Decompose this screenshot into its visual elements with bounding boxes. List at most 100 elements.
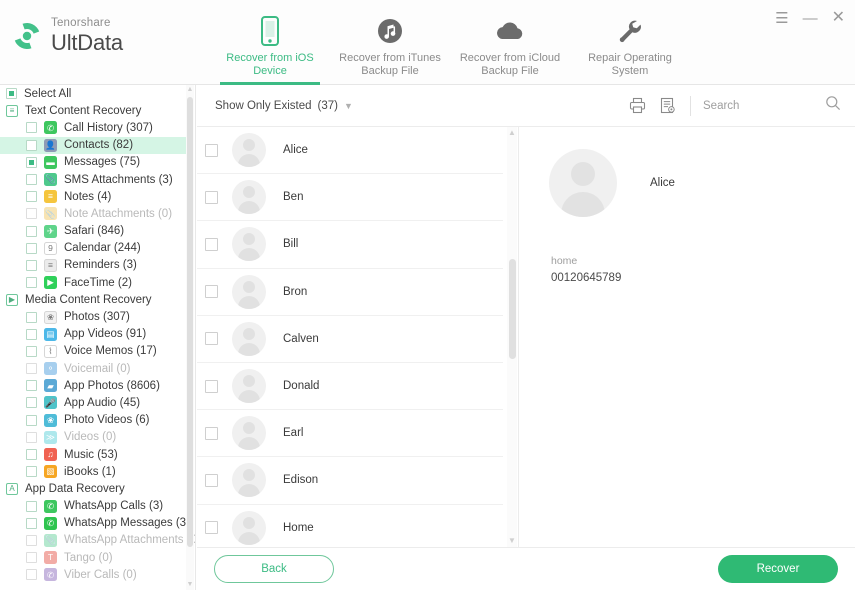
sidebar-item-videos[interactable]: ≫Videos (0) [0,429,187,446]
row-checkbox[interactable] [205,427,218,440]
contact-name: Bill [283,238,298,250]
item-checkbox[interactable] [26,535,37,546]
tab-recover-from-icloud-backup[interactable]: Recover from iCloud Backup File [450,6,570,85]
sidebar-item-photos[interactable]: ❀Photos (307) [0,308,187,325]
row-checkbox[interactable] [205,474,218,487]
tab-recover-from-itunes-backup[interactable]: Recover from iTunes Backup File [330,6,450,85]
row-checkbox[interactable] [205,521,218,534]
item-checkbox[interactable] [26,466,37,477]
item-checkbox[interactable] [26,380,37,391]
sidebar-item-sms-attachments[interactable]: 📎SMS Attachments (3) [0,171,187,188]
item-checkbox[interactable] [26,346,37,357]
chevron-down-icon[interactable]: ▼ [344,101,353,111]
item-checkbox[interactable] [26,363,37,374]
table-row[interactable]: Alice [197,127,503,174]
item-checkbox[interactable] [26,518,37,529]
sidebar-item-photo-videos[interactable]: ❀Photo Videos (6) [0,412,187,429]
group-expand-icon[interactable]: ≡ [6,105,18,117]
sidebar-item-voicemail[interactable]: ⚬Voicemail (0) [0,360,187,377]
sidebar-item-note-attachments[interactable]: 📎Note Attachments (0) [0,205,187,222]
search-icon[interactable] [825,95,841,116]
minimize-button[interactable]: — [803,11,818,26]
sidebar-item-app-photos[interactable]: ▰App Photos (8606) [0,377,187,394]
scroll-down-icon[interactable]: ▼ [507,535,517,547]
sidebar-item-voice-memos[interactable]: ⌇Voice Memos (17) [0,343,187,360]
item-checkbox[interactable] [26,122,37,133]
sidebar-select-all[interactable]: Select All [0,85,187,102]
item-checkbox[interactable] [26,243,37,254]
item-checkbox[interactable] [26,191,37,202]
back-button[interactable]: Back [214,555,334,583]
tab-recover-from-ios-device[interactable]: Recover from iOS Device [210,6,330,85]
sidebar-item-reminders[interactable]: ≡Reminders (3) [0,257,187,274]
sidebar-item-facetime[interactable]: ▶FaceTime (2) [0,274,187,291]
item-checkbox[interactable] [26,140,37,151]
sidebar-item-contacts[interactable]: 👤Contacts (82) [0,137,187,154]
item-checkbox[interactable] [26,277,37,288]
table-row[interactable]: Home [197,505,503,548]
item-checkbox[interactable] [26,208,37,219]
sidebar-item-music[interactable]: ♫Music (53) [0,446,187,463]
item-checkbox[interactable] [26,157,37,168]
sidebar-scrollbar-thumb[interactable] [187,97,193,547]
printer-icon[interactable] [622,91,652,121]
sidebar-group-media-content-recovery[interactable]: ▶Media Content Recovery [0,291,187,308]
sidebar-item-viber-calls[interactable]: ✆Viber Calls (0) [0,566,187,583]
menu-button[interactable]: ☰ [775,11,788,26]
item-checkbox[interactable] [26,432,37,443]
sidebar-item-messages[interactable]: ▬Messages (75) [0,154,187,171]
show-only-existed-filter[interactable]: Show Only Existed (37) ▼ [215,100,353,112]
table-row[interactable]: Calven [197,316,503,363]
row-checkbox[interactable] [205,332,218,345]
item-checkbox[interactable] [26,260,37,271]
sidebar-item-call-history[interactable]: ✆Call History (307) [0,119,187,136]
item-checkbox[interactable] [26,552,37,563]
select-all-checkbox[interactable] [6,88,17,99]
sidebar-item-tango[interactable]: TTango (0) [0,549,187,566]
contacts-scrollbar-thumb[interactable] [509,259,516,359]
table-row[interactable]: Bill [197,221,503,268]
table-row[interactable]: Bron [197,269,503,316]
item-checkbox[interactable] [26,312,37,323]
sidebar-item-whatsapp-calls[interactable]: ✆WhatsApp Calls (3) [0,498,187,515]
item-checkbox[interactable] [26,329,37,340]
item-checkbox[interactable] [26,449,37,460]
item-checkbox[interactable] [26,415,37,426]
search-input[interactable] [703,100,773,112]
item-checkbox[interactable] [26,397,37,408]
scroll-up-icon[interactable]: ▲ [186,85,194,95]
export-document-icon[interactable] [652,91,682,121]
sidebar-group-app-data-recovery[interactable]: AApp Data Recovery [0,480,187,497]
sidebar-item-whatsapp-attachments[interactable]: 📎WhatsApp Attachments (0) [0,532,187,549]
item-checkbox[interactable] [26,174,37,185]
table-row[interactable]: Earl [197,410,503,457]
group-expand-icon[interactable]: ▶ [6,294,18,306]
sidebar-scrollbar[interactable]: ▲ ▼ [186,85,194,590]
close-button[interactable]: ✕ [832,10,845,26]
table-row[interactable]: Ben [197,174,503,221]
item-checkbox[interactable] [26,569,37,580]
item-checkbox[interactable] [26,501,37,512]
sidebar-item-calendar[interactable]: 9Calendar (244) [0,240,187,257]
sidebar-item-safari[interactable]: ✈Safari (846) [0,223,187,240]
recover-button[interactable]: Recover [718,555,838,583]
sidebar-item-notes[interactable]: ≡Notes (4) [0,188,187,205]
tab-repair-operating-system[interactable]: Repair Operating System [570,6,690,85]
sidebar-group-text-content-recovery[interactable]: ≡Text Content Recovery [0,102,187,119]
sidebar-item-ibooks[interactable]: ▧iBooks (1) [0,463,187,480]
row-checkbox[interactable] [205,238,218,251]
contacts-scrollbar[interactable]: ▲ ▼ [507,127,517,547]
sidebar-item-app-audio[interactable]: 🎤App Audio (45) [0,394,187,411]
row-checkbox[interactable] [205,144,218,157]
row-checkbox[interactable] [205,285,218,298]
row-checkbox[interactable] [205,191,218,204]
table-row[interactable]: Edison [197,457,503,504]
item-checkbox[interactable] [26,226,37,237]
sidebar-item-app-videos[interactable]: ▤App Videos (91) [0,326,187,343]
scroll-up-icon[interactable]: ▲ [507,127,517,139]
sidebar-item-whatsapp-messages[interactable]: ✆WhatsApp Messages (3) [0,515,187,532]
scroll-down-icon[interactable]: ▼ [186,580,194,590]
row-checkbox[interactable] [205,380,218,393]
group-expand-icon[interactable]: A [6,483,18,495]
table-row[interactable]: Donald [197,363,503,410]
